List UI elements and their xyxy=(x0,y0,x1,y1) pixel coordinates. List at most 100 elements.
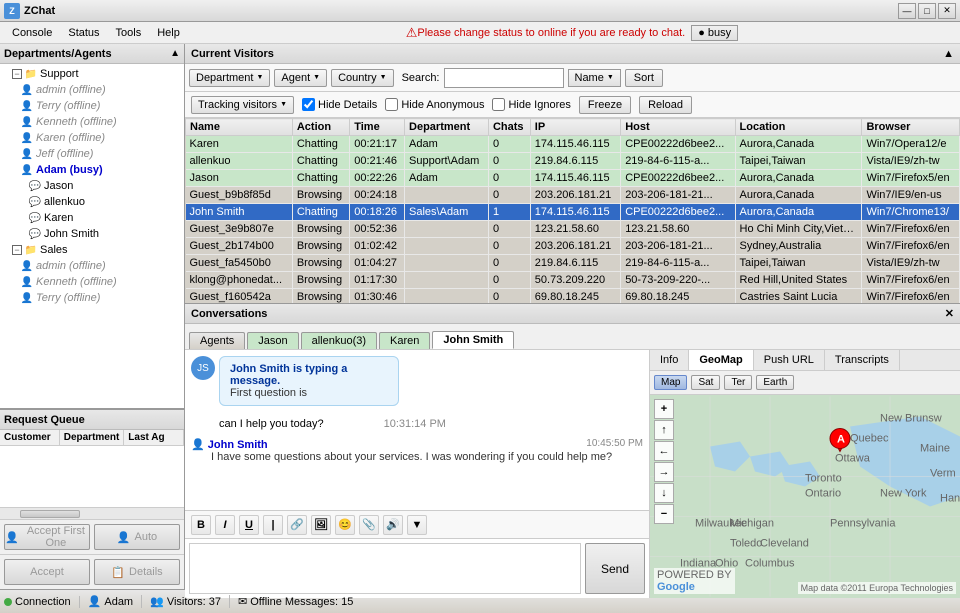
tab-john-smith[interactable]: John Smith xyxy=(432,331,514,349)
table-row[interactable]: John SmithChatting00:18:26Sales\Adam1174… xyxy=(186,204,960,221)
col-chats[interactable]: Chats xyxy=(488,119,530,136)
search-input[interactable] xyxy=(444,68,564,88)
table-row[interactable]: Guest_b9b8f85dBrowsing00:24:180203.206.1… xyxy=(186,187,960,204)
map-type-earth[interactable]: Earth xyxy=(756,375,794,390)
reload-button[interactable]: Reload xyxy=(639,96,692,114)
col-location[interactable]: Location xyxy=(735,119,862,136)
col-dept[interactable]: Department xyxy=(405,119,489,136)
tracking-dropdown[interactable]: Tracking visitors xyxy=(191,96,294,114)
table-row[interactable]: JasonChatting00:22:26Adam0174.115.46.115… xyxy=(186,170,960,187)
tree-allenkuo[interactable]: 💬 allenkuo xyxy=(26,194,182,210)
accept-button[interactable]: Accept xyxy=(4,559,90,585)
agent-dropdown[interactable]: Agent xyxy=(274,69,327,87)
tab-agents[interactable]: Agents xyxy=(189,332,245,349)
tree-sales[interactable]: − 📁 Sales xyxy=(10,242,182,258)
sort-button[interactable]: Sort xyxy=(625,69,663,87)
search-label: Search: xyxy=(402,72,440,84)
table-row[interactable]: Guest_2b174b00Browsing01:02:420203.206.1… xyxy=(186,238,960,255)
tree-admin-offline[interactable]: 👤 admin (offline) xyxy=(18,82,182,98)
image-button[interactable]: 🖼 xyxy=(311,515,331,535)
tree-sales-admin[interactable]: 👤 admin (offline) xyxy=(18,258,182,274)
col-action[interactable]: Action xyxy=(292,119,349,136)
map-type-ter[interactable]: Ter xyxy=(724,375,752,390)
underline-button[interactable]: U xyxy=(239,515,259,535)
link-button[interactable]: 🔗 xyxy=(287,515,307,535)
tree-terry-offline[interactable]: 👤 Terry (offline) xyxy=(18,98,182,114)
hide-ignores-checkbox[interactable]: Hide Ignores xyxy=(492,98,570,111)
attach-button[interactable]: 📎 xyxy=(359,515,379,535)
sound-button[interactable]: 🔊 xyxy=(383,515,403,535)
tree-kenneth-offline[interactable]: 👤 Kenneth (offline) xyxy=(18,114,182,130)
map-pan-down[interactable]: ↓ xyxy=(654,483,674,503)
col-time[interactable]: Time xyxy=(350,119,405,136)
bold-button[interactable]: B xyxy=(191,515,211,535)
map-container[interactable]: New Brunsw Quebec Ottawa Maine Verm Han … xyxy=(650,395,960,598)
tree-support[interactable]: − 📁 Support xyxy=(10,66,182,82)
rq-scrollbar[interactable] xyxy=(0,507,184,519)
menu-status[interactable]: Status xyxy=(60,22,107,43)
country-dropdown[interactable]: Country xyxy=(331,69,393,87)
rq-col-lastagent[interactable]: Last Ag xyxy=(124,430,184,445)
col-name[interactable]: Name xyxy=(186,119,293,136)
visitors-collapse[interactable]: ▲ xyxy=(943,48,954,60)
table-row[interactable]: Guest_3e9b807eBrowsing00:52:360123.21.58… xyxy=(186,221,960,238)
tree-jason[interactable]: 💬 Jason xyxy=(26,178,182,194)
hide-details-checkbox[interactable]: Hide Details xyxy=(302,98,377,111)
freeze-button[interactable]: Freeze xyxy=(579,96,631,114)
map-type-map[interactable]: Map xyxy=(654,375,687,390)
tab-info[interactable]: Info xyxy=(650,350,689,370)
tab-transcripts[interactable]: Transcripts xyxy=(825,350,900,370)
tree-john-smith[interactable]: 💬 John Smith xyxy=(26,226,182,242)
menu-help[interactable]: Help xyxy=(149,22,188,43)
tree-sales-terry[interactable]: 👤 Terry (offline) xyxy=(18,290,182,306)
rq-col-department[interactable]: Department xyxy=(60,430,125,445)
chat-input[interactable] xyxy=(189,543,581,594)
tab-karen[interactable]: Karen xyxy=(379,332,430,349)
more-button[interactable]: ▼ xyxy=(407,515,427,535)
table-row[interactable]: Guest_f160542aBrowsing01:30:46069.80.18.… xyxy=(186,289,960,304)
map-zoom-in[interactable]: + xyxy=(654,399,674,419)
col-ip[interactable]: IP xyxy=(530,119,620,136)
menu-console[interactable]: Console xyxy=(4,22,60,43)
details-button[interactable]: 📋 Details xyxy=(94,559,180,585)
accept-first-button[interactable]: 👤 Accept First One xyxy=(4,524,90,550)
send-button[interactable]: Send xyxy=(585,543,645,594)
table-row[interactable]: allenkuoChatting00:21:46Support\Adam0219… xyxy=(186,153,960,170)
rq-col-customer[interactable]: Customer xyxy=(0,430,60,445)
table-row[interactable]: KarenChatting00:21:17Adam0174.115.46.115… xyxy=(186,136,960,153)
map-type-sat[interactable]: Sat xyxy=(691,375,720,390)
tree-sales-kenneth[interactable]: 👤 Kenneth (offline) xyxy=(18,274,182,290)
tree-adam-busy[interactable]: 👤 Adam (busy) xyxy=(18,162,182,178)
table-row[interactable]: klong@phonedat...Browsing01:17:30050.73.… xyxy=(186,272,960,289)
maximize-button[interactable]: □ xyxy=(918,3,936,19)
tab-jason[interactable]: Jason xyxy=(247,332,298,349)
conversations-body: JS John Smith is typing a message. First… xyxy=(185,350,960,598)
collapse-arrow[interactable]: ▲ xyxy=(170,48,180,59)
tab-pushurl[interactable]: Push URL xyxy=(754,350,825,370)
collapse-icon: − xyxy=(12,245,22,255)
tab-geomap[interactable]: GeoMap xyxy=(689,350,753,370)
menu-tools[interactable]: Tools xyxy=(108,22,150,43)
italic-button[interactable]: I xyxy=(215,515,235,535)
conv-close[interactable]: ✕ xyxy=(945,307,954,320)
col-host[interactable]: Host xyxy=(621,119,735,136)
busy-status-button[interactable]: ● busy xyxy=(691,25,738,41)
main-content: Departments/Agents ▲ − 📁 Support 👤 admin… xyxy=(0,44,960,589)
name-filter-dropdown[interactable]: Name xyxy=(568,69,621,87)
department-dropdown[interactable]: Department xyxy=(189,69,270,87)
emoji-button[interactable]: 😊 xyxy=(335,515,355,535)
hide-anon-checkbox[interactable]: Hide Anonymous xyxy=(385,98,484,111)
minimize-button[interactable]: — xyxy=(898,3,916,19)
auto-button[interactable]: 👤 Auto xyxy=(94,524,180,550)
tree-karen[interactable]: 💬 Karen xyxy=(26,210,182,226)
tab-allenkuo[interactable]: allenkuo(3) xyxy=(301,332,377,349)
map-pan-left[interactable]: ← xyxy=(654,441,674,461)
close-button[interactable]: ✕ xyxy=(938,3,956,19)
map-zoom-out[interactable]: − xyxy=(654,504,674,524)
tree-karen-offline[interactable]: 👤 Karen (offline) xyxy=(18,130,182,146)
map-pan-right[interactable]: → xyxy=(654,462,674,482)
map-pan-up[interactable]: ↑ xyxy=(654,420,674,440)
tree-jeff-offline[interactable]: 👤 Jeff (offline) xyxy=(18,146,182,162)
table-row[interactable]: Guest_fa5450b0Browsing01:04:270219.84.6.… xyxy=(186,255,960,272)
col-browser[interactable]: Browser xyxy=(862,119,960,136)
